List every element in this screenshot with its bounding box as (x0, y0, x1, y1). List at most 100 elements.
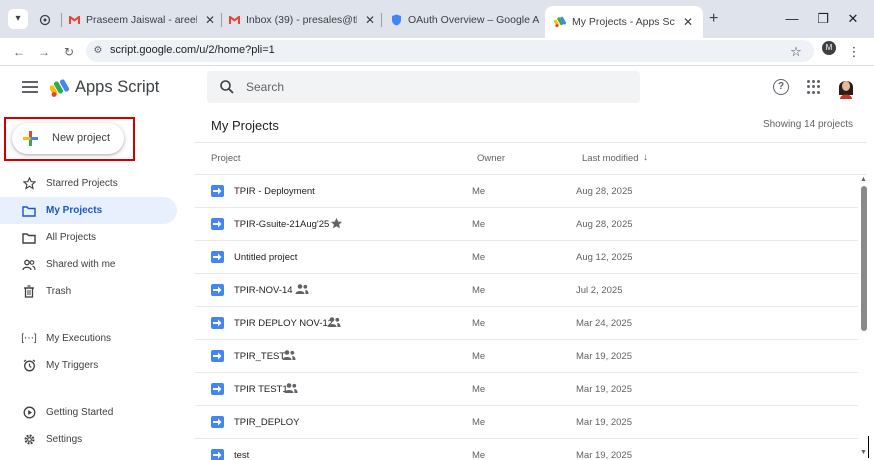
search-placeholder: Search (246, 80, 285, 94)
scroll-up-arrow-icon[interactable]: ▲ (860, 176, 867, 183)
project-owner: Me (472, 219, 486, 230)
forward-arrow-icon[interactable]: → (35, 42, 53, 62)
tab-close-icon[interactable]: ✕ (681, 15, 695, 29)
column-header-owner[interactable]: Owner (477, 153, 505, 164)
main-menu-icon[interactable] (22, 79, 38, 95)
minimize-window-button[interactable]: — (780, 8, 804, 30)
address-bar[interactable]: ⚙ script.google.com/u/2/home?pli=1 (86, 40, 814, 62)
sidebar-item-my-triggers[interactable]: My Triggers (0, 352, 177, 379)
project-modified: Mar 19, 2025 (576, 351, 632, 362)
project-file-icon (211, 350, 224, 362)
project-file-icon (211, 218, 224, 230)
table-row[interactable]: TPIR-NOV-14 Me Jul 2, 2025 (195, 274, 858, 307)
tab-gmail-inbox[interactable]: Inbox (39) - presales@threatcop ✕ (227, 8, 377, 32)
tab-close-icon[interactable]: ✕ (363, 13, 377, 27)
column-header-project: Project (211, 153, 241, 164)
gmail-icon (67, 15, 81, 25)
back-arrow-icon[interactable]: ← (10, 42, 28, 62)
folder-icon (21, 203, 37, 219)
shared-people-icon (327, 316, 341, 330)
sidebar-item-my-executions[interactable]: [⋯] My Executions (0, 325, 177, 352)
browser-profile-avatar[interactable]: M (822, 41, 836, 55)
tab-chatgpt[interactable] (38, 8, 58, 32)
gear-icon (21, 432, 37, 448)
project-owner: Me (472, 384, 486, 395)
bookmark-star-icon[interactable]: ☆ (786, 42, 806, 62)
sidebar-item-trash[interactable]: Trash (0, 278, 177, 305)
google-apps-icon[interactable] (807, 80, 821, 94)
sidebar-item-my-projects[interactable]: My Projects (0, 197, 177, 224)
tab-separator (381, 13, 382, 27)
table-row[interactable]: TPIR - Deployment Me Aug 28, 2025 (195, 175, 858, 208)
star-filled-icon[interactable] (330, 217, 344, 231)
table-row[interactable]: TPIR_TEST Me Mar 19, 2025 (195, 340, 858, 373)
shared-people-icon (284, 382, 298, 396)
people-icon (21, 257, 37, 273)
table-row[interactable]: test Me Mar 19, 2025 (195, 439, 858, 460)
project-name[interactable]: TPIR - Deployment (234, 186, 315, 197)
sidebar-item-getting-started[interactable]: Getting Started (0, 399, 177, 426)
gmail-icon (227, 15, 241, 25)
app-title: Apps Script (75, 78, 160, 96)
restore-window-button[interactable]: ❐ (811, 8, 835, 30)
project-name[interactable]: TPIR-NOV-14 (234, 285, 293, 296)
sidebar-item-label: Starred Projects (46, 178, 118, 189)
chatgpt-icon (38, 14, 52, 26)
sidebar-item-settings[interactable]: Settings (0, 426, 177, 453)
project-name[interactable]: TPIR_DEPLOY (234, 417, 299, 428)
table-row[interactable]: TPIR_DEPLOY Me Mar 19, 2025 (195, 406, 858, 439)
tab-my-projects-apps-script[interactable]: My Projects - Apps Script ✕ (545, 6, 703, 38)
column-header-last-modified[interactable]: Last modified (582, 153, 639, 164)
tab-title: My Projects - Apps Script (572, 16, 675, 28)
new-project-button[interactable]: New project (12, 123, 124, 154)
tab-search-chevron-icon[interactable]: ▾ (8, 9, 28, 29)
search-icon (219, 79, 235, 95)
project-modified: Aug 28, 2025 (576, 186, 633, 197)
browser-menu-icon[interactable]: ⋮ (844, 42, 864, 62)
folder-outline-icon (21, 230, 37, 246)
sort-arrow-icon[interactable]: ↓ (643, 152, 648, 163)
project-owner: Me (472, 318, 486, 329)
sidebar-item-label: Trash (46, 286, 72, 297)
user-avatar[interactable] (835, 75, 857, 99)
project-modified: Mar 19, 2025 (576, 417, 632, 428)
scrollbar-thumb[interactable] (861, 186, 867, 331)
new-tab-button[interactable]: + (709, 9, 718, 29)
table-row[interactable]: TPIR DEPLOY NOV-12 Me Mar 24, 2025 (195, 307, 858, 340)
site-info-icon[interactable]: ⚙ (90, 43, 106, 59)
project-count: Showing 14 projects (762, 119, 853, 130)
star-icon (21, 176, 37, 192)
table-row[interactable]: Untitled project Me Aug 12, 2025 (195, 241, 858, 274)
project-name[interactable]: Untitled project (234, 252, 297, 263)
sidebar-item-shared-with-me[interactable]: Shared with me (0, 251, 177, 278)
help-icon[interactable]: ? (773, 79, 789, 95)
project-name[interactable]: TPIR-Gsuite-21Aug'25 (234, 219, 329, 230)
scroll-down-arrow-icon[interactable]: ▼ (860, 449, 867, 456)
url-text[interactable]: script.google.com/u/2/home?pli=1 (110, 44, 275, 56)
table-row[interactable]: TPIR-Gsuite-21Aug'25 Me Aug 28, 2025 (195, 208, 858, 241)
tab-close-icon[interactable]: ✕ (203, 13, 217, 27)
sidebar-item-starred-projects[interactable]: Starred Projects (0, 170, 177, 197)
project-name[interactable]: TPIR DEPLOY NOV-12 (234, 318, 333, 329)
project-list: TPIR - Deployment Me Aug 28, 2025 TPIR-G… (195, 175, 858, 460)
project-file-icon (211, 317, 224, 329)
sidebar-item-label: Shared with me (46, 259, 116, 270)
shared-people-icon (295, 283, 309, 297)
apps-script-logo (49, 78, 70, 98)
reload-icon[interactable]: ↻ (60, 42, 78, 62)
sidebar-item-label: My Triggers (46, 360, 99, 371)
project-name[interactable]: TPIR TEST1 (234, 384, 288, 395)
sidebar-item-all-projects[interactable]: All Projects (0, 224, 177, 251)
project-name[interactable]: test (234, 450, 249, 460)
sidebar-item-label: My Executions (46, 333, 112, 344)
close-window-button[interactable]: ✕ (841, 8, 865, 30)
project-name[interactable]: TPIR_TEST (234, 351, 285, 362)
tab-oauth-overview[interactable]: OAuth Overview – Google Auth (389, 8, 539, 32)
project-modified: Jul 2, 2025 (576, 285, 623, 296)
apps-script-icon (553, 16, 567, 28)
table-row[interactable]: TPIR TEST1 Me Mar 19, 2025 (195, 373, 858, 406)
shield-icon (389, 14, 403, 26)
search-input[interactable]: Search (207, 71, 640, 103)
tab-gmail-praseem[interactable]: Praseem Jaiswal - areeb.ansari@ ✕ (67, 8, 217, 32)
tab-title: OAuth Overview – Google Auth (408, 14, 539, 26)
